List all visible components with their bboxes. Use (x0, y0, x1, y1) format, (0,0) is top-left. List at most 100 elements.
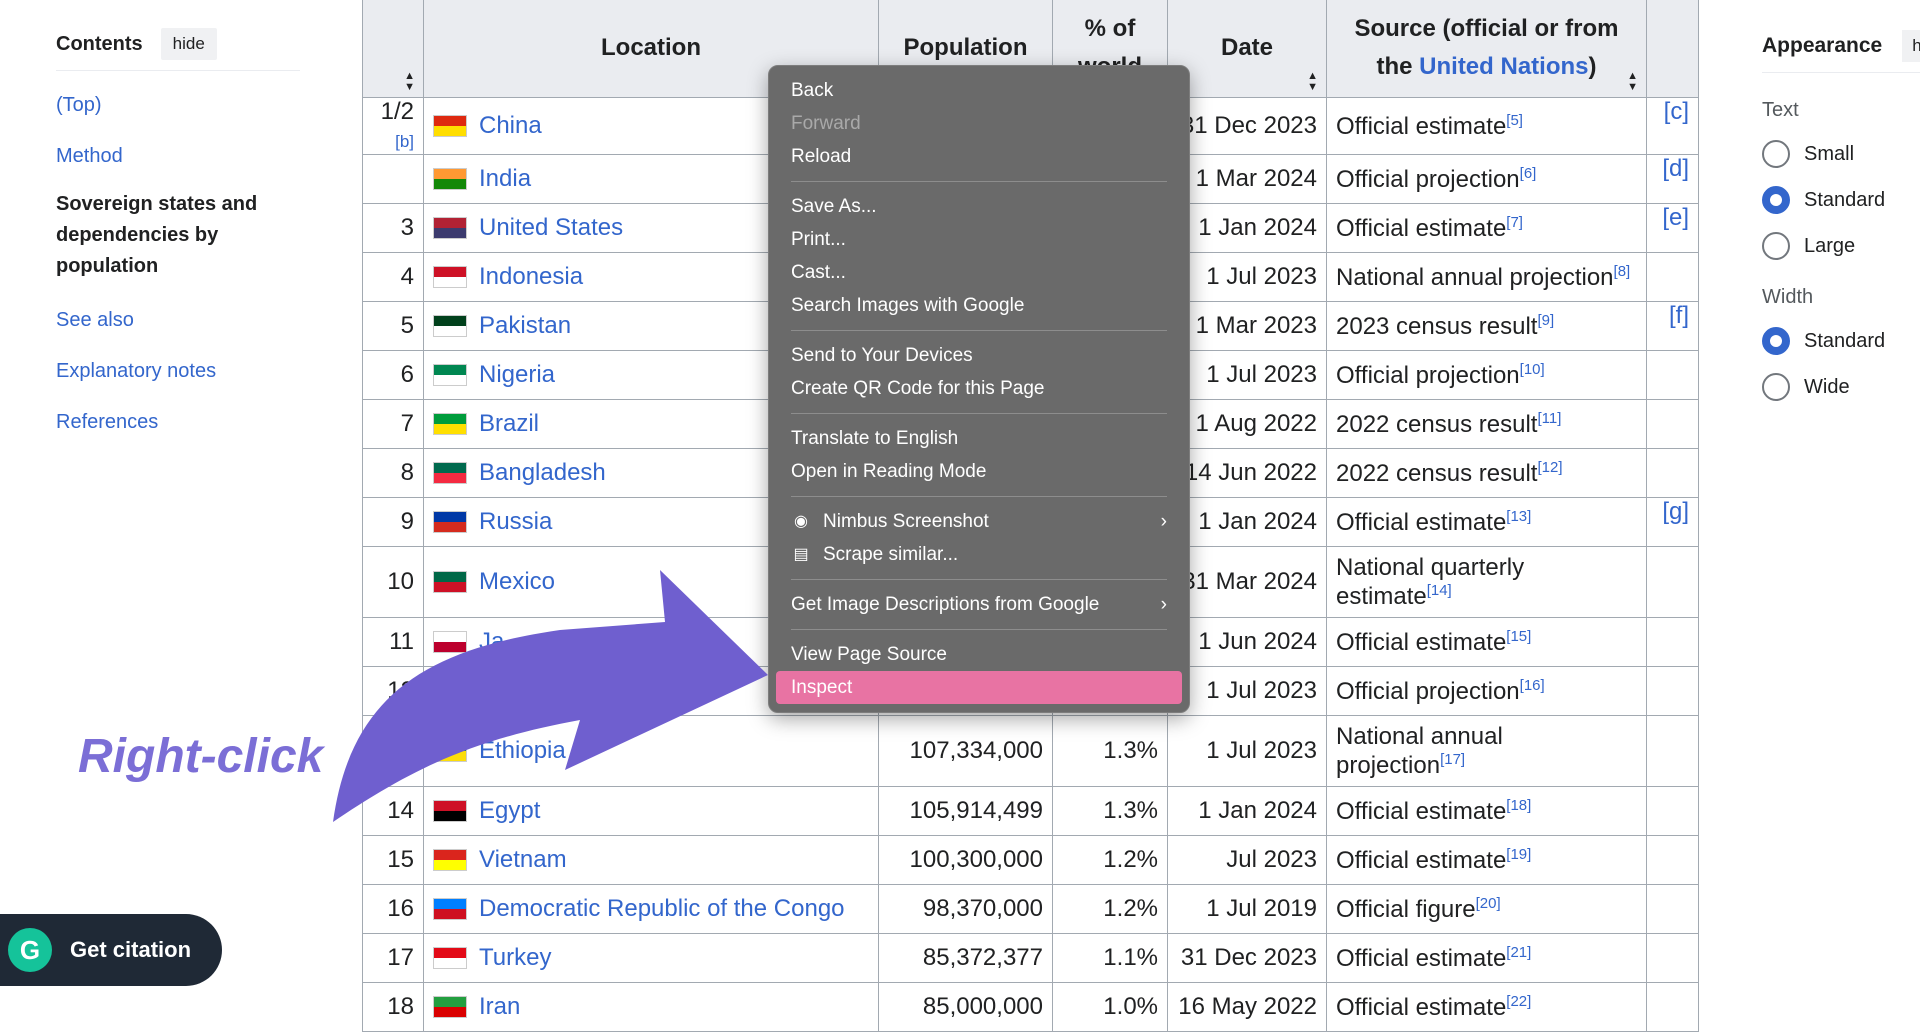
rank-cell: 10 (362, 546, 424, 618)
country-link[interactable]: Egypt (479, 797, 540, 825)
country-link[interactable]: Brazil (479, 410, 539, 438)
reference-link[interactable]: [14] (1427, 582, 1452, 599)
text-size-large-option[interactable]: Large (1762, 232, 1920, 260)
table-row: 17 Turkey 85,372,377 1.1% 31 Dec 2023 Officia… (362, 933, 1699, 983)
united-nations-link[interactable]: United Nations (1419, 53, 1588, 80)
menu-item-create-qr-code-for-this-page[interactable]: Create QR Code for this Page (769, 372, 1189, 405)
menu-item-back[interactable]: Back (769, 74, 1189, 107)
menu-item-inspect[interactable]: Inspect (776, 671, 1182, 704)
reference-link[interactable]: [8] (1614, 263, 1631, 280)
reference-link[interactable]: [19] (1506, 846, 1531, 863)
reference-link[interactable]: [6] (1520, 165, 1537, 182)
radio-icon[interactable] (1762, 373, 1790, 401)
date-header[interactable]: Date ▲ ▼ (1167, 0, 1327, 98)
toc-item-top[interactable]: (Top) (56, 93, 300, 118)
reference-link[interactable]: [10] (1520, 361, 1545, 378)
rank-header[interactable]: ▲ ▼ (362, 0, 424, 98)
note-link[interactable]: [g] (1662, 498, 1689, 525)
menu-item-nimbus-screenshot[interactable]: ◉ Nimbus Screenshot › (769, 505, 1189, 538)
menu-item-save-as[interactable]: Save As... (769, 190, 1189, 223)
menu-item-scrape-similar[interactable]: ▤ Scrape similar... (769, 538, 1189, 571)
text-size-small-option[interactable]: Small (1762, 140, 1920, 168)
menu-item-send-to-your-devices[interactable]: Send to Your Devices (769, 339, 1189, 372)
country-link[interactable]: Vietnam (479, 846, 567, 874)
width-standard-option[interactable]: Standard (1762, 327, 1920, 355)
country-link[interactable]: Russia (479, 508, 552, 536)
menu-item-get-image-descriptions-from-google[interactable]: Get Image Descriptions from Google › (769, 588, 1189, 621)
country-link[interactable]: Pakistan (479, 312, 571, 340)
menu-item-print[interactable]: Print... (769, 223, 1189, 256)
country-link[interactable]: Bangladesh (479, 459, 606, 487)
radio-label: Large (1804, 234, 1856, 257)
sort-icon[interactable]: ▲ ▼ (1307, 71, 1318, 93)
country-link[interactable]: Turkey (479, 944, 551, 972)
rank-value: 6 (400, 361, 414, 388)
reference-link[interactable]: [16] (1520, 677, 1545, 694)
menu-item-view-page-source[interactable]: View Page Source (769, 638, 1189, 671)
note-link[interactable]: [d] (1662, 155, 1689, 182)
toc-item-sovereign-states[interactable]: Sovereign states and dependencies by pop… (56, 189, 300, 282)
toc-item-references[interactable]: References (56, 410, 300, 435)
reference-link[interactable]: [21] (1506, 944, 1531, 961)
chevron-right-icon: › (1160, 593, 1167, 615)
reference-link[interactable]: [11] (1537, 410, 1561, 427)
reference-link[interactable]: [22] (1506, 993, 1531, 1010)
toc-item-method[interactable]: Method (56, 144, 300, 169)
country-link[interactable]: hilippines (479, 677, 579, 705)
note-link[interactable]: [c] (1664, 98, 1689, 125)
radio-selected-icon[interactable] (1762, 186, 1790, 214)
radio-selected-icon[interactable] (1762, 327, 1790, 355)
country-link[interactable]: China (479, 112, 542, 140)
date-cell: 1 Mar 2024 (1167, 154, 1327, 204)
reference-link[interactable]: [12] (1537, 459, 1562, 476)
reference-link[interactable]: [13] (1506, 508, 1531, 525)
width-wide-option[interactable]: Wide (1762, 373, 1920, 401)
note-cell (1646, 933, 1699, 983)
menu-item-label: Inspect (791, 676, 853, 698)
reference-link[interactable]: [5] (1506, 112, 1523, 129)
reference-link[interactable]: [20] (1476, 895, 1501, 912)
appearance-hide-button[interactable]: hi (1902, 30, 1920, 62)
note-link[interactable]: [e] (1662, 204, 1689, 231)
reference-link[interactable]: [15] (1506, 628, 1531, 645)
text-size-standard-option[interactable]: Standard (1762, 186, 1920, 214)
rank-cell: 12 (362, 666, 424, 716)
reference-link[interactable]: [17] (1440, 751, 1465, 768)
sort-icon[interactable]: ▲ ▼ (404, 71, 415, 93)
menu-item-reload[interactable]: Reload (769, 140, 1189, 173)
get-citation-button[interactable]: G Get citation (0, 914, 222, 986)
sort-icon[interactable]: ▲ ▼ (1627, 71, 1638, 93)
country-link[interactable]: Ethiopia (479, 737, 566, 765)
source-text: Official projection (1336, 677, 1520, 705)
menu-item-translate-to-english[interactable]: Translate to English (769, 422, 1189, 455)
toc-item-see-also[interactable]: See also (56, 308, 300, 333)
country-link[interactable]: Nigeria (479, 361, 555, 389)
country-link[interactable]: Mexico (479, 568, 555, 596)
menu-item-search-images-with-google[interactable]: Search Images with Google (769, 289, 1189, 322)
reference-link[interactable]: [7] (1506, 214, 1523, 231)
radio-icon[interactable] (1762, 140, 1790, 168)
source-cell: National annual projection[8] (1326, 252, 1647, 302)
toc-hide-button[interactable]: hide (160, 28, 217, 60)
country-link[interactable]: Democratic Republic of the Congo (479, 895, 845, 923)
country-link[interactable]: Ja (479, 628, 504, 656)
table-row: 18 Iran 85,000,000 1.0% 16 May 2022 Official … (362, 982, 1699, 1032)
reference-link[interactable]: [18] (1506, 797, 1531, 814)
country-link[interactable]: United States (479, 214, 623, 242)
note-link[interactable]: [f] (1669, 302, 1689, 329)
country-link[interactable]: Iran (479, 993, 520, 1021)
menu-item-forward[interactable]: Forward (769, 107, 1189, 140)
note-link[interactable]: [b] (395, 132, 414, 151)
menu-item-cast[interactable]: Cast... (769, 256, 1189, 289)
flag-icon (433, 462, 467, 484)
menu-item-open-in-reading-mode[interactable]: Open in Reading Mode (769, 455, 1189, 488)
source-header[interactable]: Source (official or from the United Natio… (1326, 0, 1647, 98)
date-cell: 1 Jul 2019 (1167, 884, 1327, 934)
location-cell: Vietnam (423, 835, 879, 885)
toc-item-explanatory-notes[interactable]: Explanatory notes (56, 359, 300, 384)
header-label: Population (903, 34, 1028, 61)
radio-icon[interactable] (1762, 232, 1790, 260)
country-link[interactable]: India (479, 165, 531, 193)
reference-link[interactable]: [9] (1537, 312, 1554, 329)
country-link[interactable]: Indonesia (479, 263, 583, 291)
